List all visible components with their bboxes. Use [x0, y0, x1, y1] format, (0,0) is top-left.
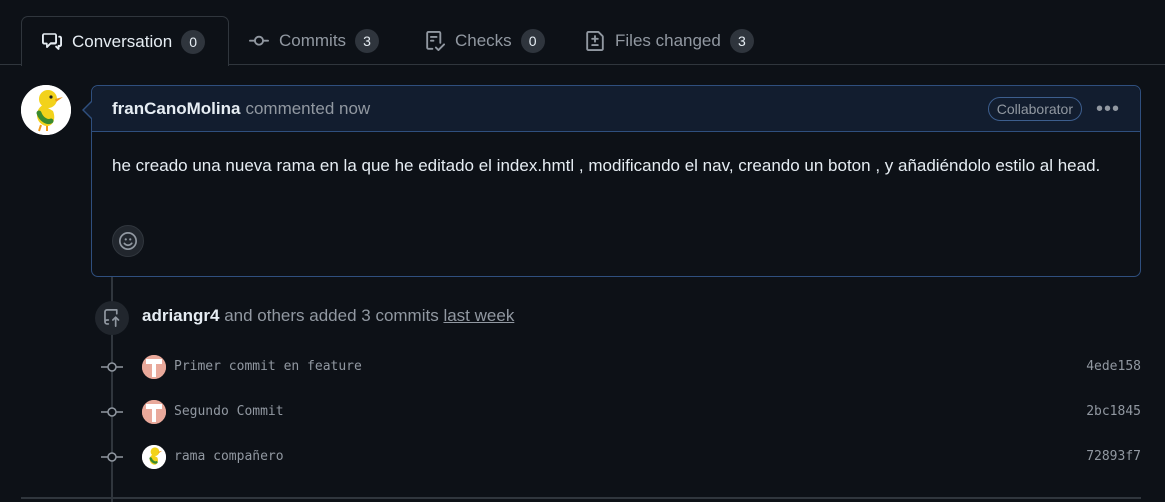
commit-sha[interactable]: 72893f7 [1086, 449, 1141, 464]
commit-row: Primer commit en feature 4ede158 [0, 355, 1165, 379]
smiley-icon [119, 232, 137, 250]
tab-checks[interactable]: Checks 0 [405, 16, 565, 65]
kebab-menu-icon[interactable]: ••• [1096, 99, 1120, 119]
commit-author-avatar[interactable] [142, 400, 166, 424]
comment-arrow-fill [84, 102, 92, 118]
commit-row: Segundo Commit 2bc1845 [0, 400, 1165, 424]
collaborator-badge: Collaborator [987, 96, 1082, 121]
commit-sha[interactable]: 4ede158 [1086, 359, 1141, 374]
comment-box: franCanoMolina commented now Collaborato… [91, 85, 1141, 277]
tab-label: Checks [455, 30, 512, 50]
comment-body: he creado una nueva rama en la que he ed… [112, 156, 1101, 175]
commit-sha[interactable]: 2bc1845 [1086, 404, 1141, 419]
git-commit-icon [101, 407, 123, 417]
push-event-text: adriangr4 and others added 3 commits las… [142, 306, 514, 326]
checklist-icon [426, 30, 445, 51]
timeline-bottom-divider [21, 497, 1141, 499]
commit-author-avatar[interactable] [142, 445, 166, 469]
comment-timestamp: commented now [245, 98, 371, 118]
pr-tabs: Conversation 0 Commits 3 Checks 0 Files … [0, 0, 1165, 66]
duck-avatar-icon [21, 85, 71, 135]
push-time-link[interactable]: last week [443, 306, 514, 325]
git-commit-icon [249, 35, 269, 46]
identicon-avatar-icon [142, 355, 166, 379]
repo-push-icon [95, 301, 129, 335]
comment-header: franCanoMolina commented now Collaborato… [92, 86, 1140, 132]
git-commit-icon [101, 452, 123, 462]
tab-label: Files changed [615, 30, 721, 50]
commit-message[interactable]: Segundo Commit [174, 404, 284, 419]
tab-counter: 0 [520, 28, 545, 53]
author-avatar[interactable] [21, 85, 71, 135]
add-reaction-button[interactable] [112, 225, 144, 257]
identicon-avatar-icon [142, 400, 166, 424]
commit-message[interactable]: Primer commit en feature [174, 359, 362, 374]
file-diff-icon [586, 30, 604, 51]
tab-commits[interactable]: Commits 3 [229, 16, 399, 65]
comment-author[interactable]: franCanoMolina [112, 99, 240, 119]
tab-counter: 3 [355, 28, 380, 53]
duck-avatar-icon [142, 445, 166, 469]
tab-conversation[interactable]: Conversation 0 [21, 16, 229, 66]
commit-message[interactable]: rama compañero [174, 449, 284, 464]
tab-counter: 0 [181, 29, 206, 54]
git-commit-icon [101, 362, 123, 372]
tab-label: Conversation [72, 31, 173, 51]
push-author[interactable]: adriangr4 [142, 306, 219, 325]
push-description: and others added 3 commits [219, 306, 444, 325]
tab-label: Commits [279, 30, 347, 50]
commit-row: rama compañero 72893f7 [0, 445, 1165, 469]
commit-author-avatar[interactable] [142, 355, 166, 379]
comment-discussion-icon [42, 32, 62, 50]
tab-files-changed[interactable]: Files changed 3 [565, 16, 774, 65]
tab-counter: 3 [729, 28, 754, 53]
